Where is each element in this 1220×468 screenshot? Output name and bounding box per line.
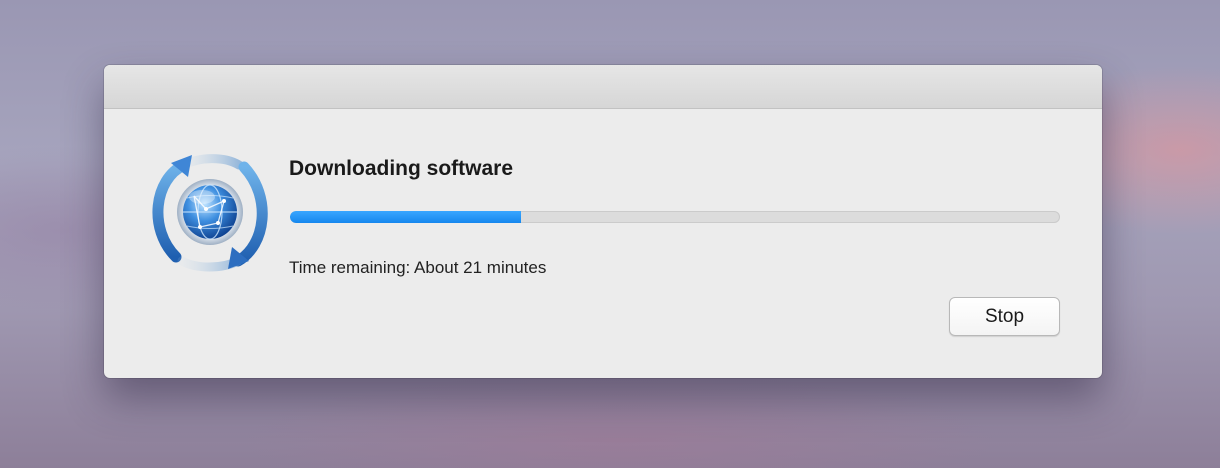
software-update-globe-icon bbox=[152, 154, 268, 272]
desktop-background: Downloading software Time remaining: Abo… bbox=[0, 0, 1220, 468]
dialog-title: Downloading software bbox=[289, 157, 514, 180]
stop-button[interactable]: Stop bbox=[949, 297, 1060, 336]
time-remaining-text: Time remaining: About 21 minutes bbox=[289, 258, 547, 277]
progress-fill bbox=[290, 211, 521, 223]
download-dialog: Downloading software Time remaining: Abo… bbox=[104, 65, 1102, 378]
dialog-titlebar[interactable] bbox=[104, 65, 1102, 109]
download-progress-bar bbox=[290, 211, 1060, 223]
